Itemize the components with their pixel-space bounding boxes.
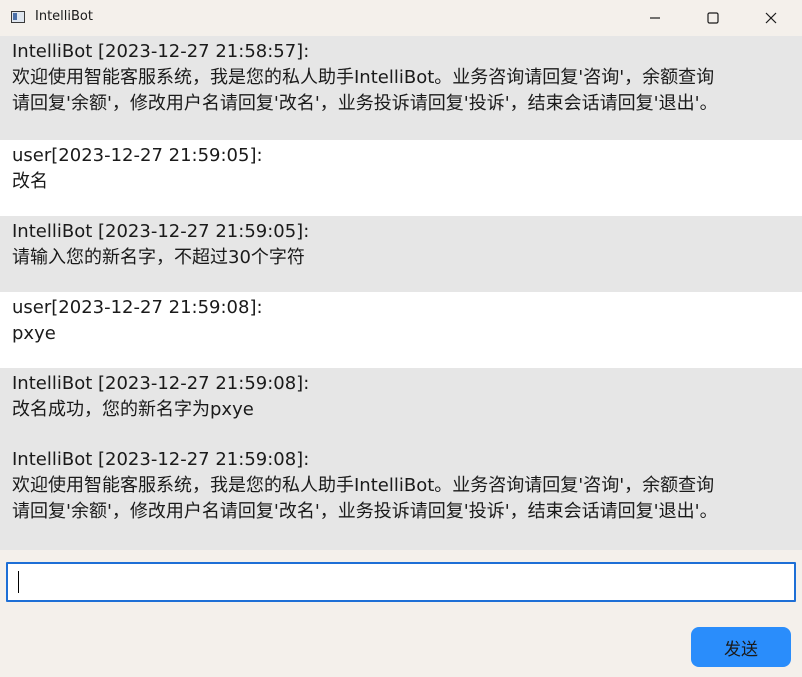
user-message: user[2023-12-27 21:59:08]: pxye (0, 292, 802, 368)
chat-history[interactable]: IntelliBot [2023-12-27 21:58:57]: 欢迎使用智能… (0, 36, 802, 550)
send-button[interactable]: 发送 (691, 627, 791, 667)
user-message: user[2023-12-27 21:59:05]: 改名 (0, 140, 802, 216)
maximize-button[interactable] (684, 0, 742, 36)
bot-message: IntelliBot [2023-12-27 21:59:08]: 改名成功，您… (0, 368, 802, 444)
minimize-button[interactable] (626, 0, 684, 36)
bot-message: IntelliBot [2023-12-27 21:59:05]: 请输入您的新… (0, 216, 802, 292)
close-icon (765, 12, 777, 24)
message-header: IntelliBot [2023-12-27 21:59:08]: (12, 373, 310, 394)
message-input[interactable] (8, 564, 794, 600)
message-header: IntelliBot [2023-12-27 21:59:08]: (12, 449, 310, 470)
title-bar: IntelliBot (0, 0, 802, 36)
message-header: IntelliBot [2023-12-27 21:59:05]: (12, 221, 310, 242)
message-text: pxye (12, 323, 56, 344)
minimize-icon (650, 17, 660, 19)
message-text: 欢迎使用智能客服系统，我是您的私人助手IntelliBot。业务咨询请回复'咨询… (12, 475, 718, 522)
maximize-icon (707, 12, 719, 24)
bot-message: IntelliBot [2023-12-27 21:58:57]: 欢迎使用智能… (0, 36, 802, 140)
message-input-box[interactable] (6, 562, 796, 602)
message-text: 请输入您的新名字，不超过30个字符 (12, 247, 305, 268)
close-button[interactable] (742, 0, 800, 36)
message-header: user[2023-12-27 21:59:05]: (12, 145, 263, 166)
message-header: IntelliBot [2023-12-27 21:58:57]: (12, 41, 310, 62)
message-header: user[2023-12-27 21:59:08]: (12, 297, 263, 318)
message-text: 改名 (12, 171, 48, 192)
app-window-icon (11, 11, 25, 23)
message-text: 欢迎使用智能客服系统，我是您的私人助手IntelliBot。业务咨询请回复'咨询… (12, 67, 718, 114)
window-title: IntelliBot (35, 9, 93, 24)
text-caret (18, 571, 19, 593)
bot-message: IntelliBot [2023-12-27 21:59:08]: 欢迎使用智能… (0, 444, 802, 550)
message-text: 改名成功，您的新名字为pxye (12, 399, 254, 420)
